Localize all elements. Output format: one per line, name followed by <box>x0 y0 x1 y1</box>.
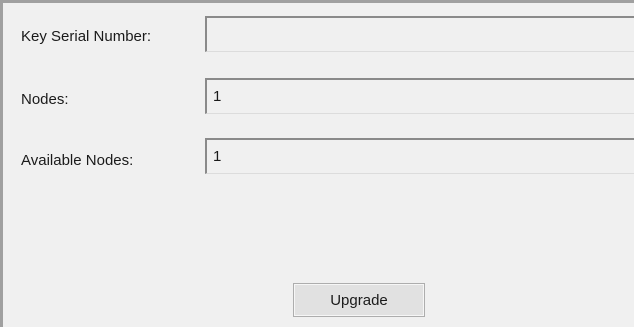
available-nodes-field[interactable] <box>205 138 634 174</box>
license-panel: Key Serial Number: Nodes: Available Node… <box>0 0 634 327</box>
available-nodes-label: Available Nodes: <box>21 152 134 169</box>
key-serial-number-label: Key Serial Number: <box>21 28 152 45</box>
nodes-field[interactable] <box>205 78 634 114</box>
upgrade-button[interactable]: Upgrade <box>293 283 425 317</box>
nodes-label: Nodes: <box>21 91 69 108</box>
key-serial-number-field[interactable] <box>205 16 634 52</box>
